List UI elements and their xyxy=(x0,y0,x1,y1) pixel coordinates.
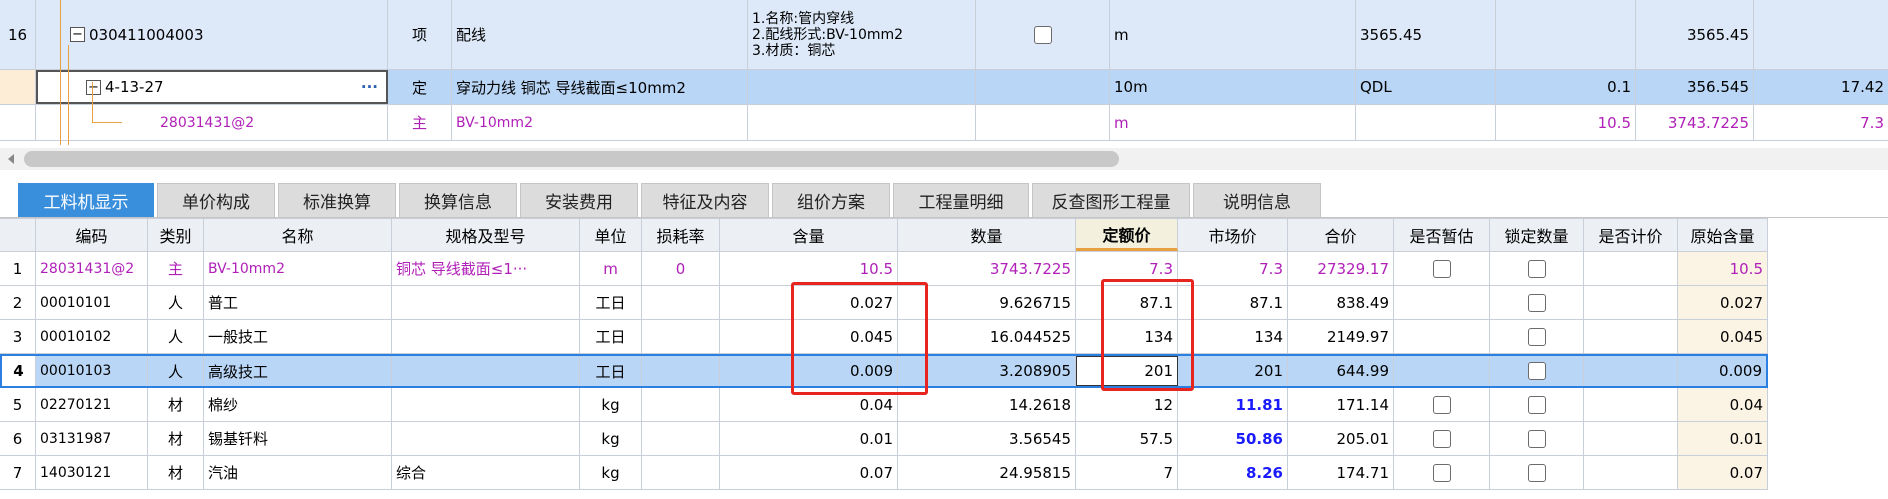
unit: m xyxy=(1110,0,1356,69)
type: 项 xyxy=(388,0,452,69)
col-priced[interactable]: 是否计价 xyxy=(1584,219,1678,251)
tab-reverse-lookup[interactable]: 反查图形工程量 xyxy=(1032,183,1190,217)
tree-line xyxy=(92,122,122,123)
provisional-checkbox[interactable] xyxy=(1432,463,1451,482)
tree-line xyxy=(92,82,93,122)
code-editor[interactable]: − 4-13-27 ··· xyxy=(36,70,388,104)
col-spec[interactable]: 规格及型号 xyxy=(392,219,580,251)
col-unit[interactable]: 单位 xyxy=(580,219,642,251)
checkbox[interactable] xyxy=(1033,25,1052,44)
col-base-price[interactable]: 定额价 xyxy=(1076,219,1178,251)
table-row[interactable]: 1 28031431@2 主 BV-10mm2 铜芯 导线截面≤1··· m 0… xyxy=(0,252,1768,286)
provisional-checkbox[interactable] xyxy=(1432,259,1451,278)
unit-price: 7.3 xyxy=(1860,113,1884,132)
tab-features[interactable]: 特征及内容 xyxy=(641,183,769,217)
lock-qty-checkbox[interactable] xyxy=(1527,362,1546,380)
type: 主 xyxy=(388,105,452,140)
table-row[interactable]: 5 02270121 材 棉纱 kg 0.04 14.2618 12 11.81… xyxy=(0,388,1768,422)
unit: 10m xyxy=(1110,70,1356,104)
col-code[interactable]: 编码 xyxy=(36,219,148,251)
tab-standard-conversion[interactable]: 标准换算 xyxy=(278,183,396,217)
unit-price xyxy=(1754,0,1888,69)
provisional-checkbox[interactable] xyxy=(1432,429,1451,448)
table-row-selected[interactable]: 4 00010103 人 高级技工 工日 0.009 3.208905 201 … xyxy=(0,354,1768,388)
name: 穿动力线 铜芯 导线截面≤10mm2 xyxy=(452,70,748,104)
col-provisional[interactable]: 是否暂估 xyxy=(1394,219,1490,251)
quantity: 356.545 xyxy=(1636,70,1754,104)
table-row[interactable]: − 4-13-27 ··· 定 穿动力线 铜芯 导线截面≤10mm2 10m Q… xyxy=(0,70,1888,105)
col-market-price[interactable]: 市场价 xyxy=(1178,219,1288,251)
col-content[interactable]: 含量 xyxy=(720,219,898,251)
grid-header: 编码 类别 名称 规格及型号 单位 损耗率 含量 数量 定额价 市场价 合价 是… xyxy=(0,218,1768,252)
tab-pricing-plan[interactable]: 组价方案 xyxy=(772,183,890,217)
content: 0.1 xyxy=(1496,70,1636,104)
name: 配线 xyxy=(452,0,748,69)
code: 28031431@2 xyxy=(36,105,388,140)
name: BV-10mm2 xyxy=(452,105,748,140)
more-button[interactable]: ··· xyxy=(361,78,378,96)
collapse-icon[interactable]: − xyxy=(70,27,85,42)
tree-line xyxy=(60,0,61,145)
lock-qty-checkbox[interactable] xyxy=(1527,327,1546,346)
tab-conversion-info[interactable]: 换算信息 xyxy=(399,183,517,217)
col-lock-qty[interactable]: 锁定数量 xyxy=(1490,219,1584,251)
tab-install-cost[interactable]: 安装费用 xyxy=(520,183,638,217)
type: 定 xyxy=(388,70,452,104)
content xyxy=(1496,0,1636,69)
row-number: 16 xyxy=(0,0,36,69)
table-row[interactable]: 16 − 030411004003 项 配线 1.名称:管内穿线 2.配线形式:… xyxy=(0,0,1888,70)
col-orig-content[interactable]: 原始含量 xyxy=(1678,219,1768,251)
quantity-expression: 3565.45 xyxy=(1356,0,1496,69)
unit-price: 17.42 xyxy=(1754,70,1888,104)
quantity-expression: QDL xyxy=(1356,70,1496,104)
scrollbar-thumb[interactable] xyxy=(24,151,1119,167)
lock-qty-checkbox[interactable] xyxy=(1527,293,1546,312)
base-price-editor[interactable]: 201 xyxy=(1076,356,1178,386)
code: 030411004003 xyxy=(89,25,204,44)
table-row[interactable]: 2 00010101 人 普工 工日 0.027 9.626715 87.1 8… xyxy=(0,286,1768,320)
scroll-left-icon[interactable] xyxy=(8,154,14,164)
col-total[interactable]: 合价 xyxy=(1288,219,1394,251)
table-row[interactable]: 3 00010102 人 一般技工 工日 0.045 16.044525 134… xyxy=(0,320,1768,354)
collapse-icon[interactable]: − xyxy=(86,79,101,95)
tab-quantity-detail[interactable]: 工程量明细 xyxy=(893,183,1029,217)
col-name[interactable]: 名称 xyxy=(204,219,392,251)
code: 4-13-27 xyxy=(105,78,164,96)
col-type[interactable]: 类别 xyxy=(148,219,204,251)
lock-qty-checkbox[interactable] xyxy=(1527,259,1546,278)
content: 10.5 xyxy=(1496,105,1636,140)
provisional-checkbox[interactable] xyxy=(1432,395,1451,414)
top-grid: 16 − 030411004003 项 配线 1.名称:管内穿线 2.配线形式:… xyxy=(0,0,1888,145)
table-row[interactable]: 6 03131987 材 锡基钎料 kg 0.01 3.56545 57.5 5… xyxy=(0,422,1768,456)
quantity: 3743.7225 xyxy=(1636,105,1754,140)
col-quantity[interactable]: 数量 xyxy=(898,219,1076,251)
tree-line xyxy=(68,45,69,145)
table-row[interactable]: 28031431@2 主 BV-10mm2 m 10.5 3743.7225 7… xyxy=(0,105,1888,141)
unit: m xyxy=(1110,105,1356,140)
tab-price-composition[interactable]: 单价构成 xyxy=(157,183,275,217)
horizontal-scrollbar[interactable] xyxy=(0,148,1888,170)
tab-description[interactable]: 说明信息 xyxy=(1193,183,1321,217)
table-row[interactable]: 7 14030121 材 汽油 综合 kg 0.07 24.95815 7 8.… xyxy=(0,456,1768,490)
col-loss-rate[interactable]: 损耗率 xyxy=(642,219,720,251)
lock-qty-checkbox[interactable] xyxy=(1527,429,1546,448)
lock-qty-checkbox[interactable] xyxy=(1527,463,1546,482)
quantity: 3565.45 xyxy=(1636,0,1754,69)
material-grid: 编码 类别 名称 规格及型号 单位 损耗率 含量 数量 定额价 市场价 合价 是… xyxy=(0,218,1768,499)
spec-features: 1.名称:管内穿线 2.配线形式:BV-10mm2 3.材质：铜芯 xyxy=(748,0,976,69)
tab-material[interactable]: 工料机显示 xyxy=(18,183,154,217)
lock-qty-checkbox[interactable] xyxy=(1527,395,1546,414)
